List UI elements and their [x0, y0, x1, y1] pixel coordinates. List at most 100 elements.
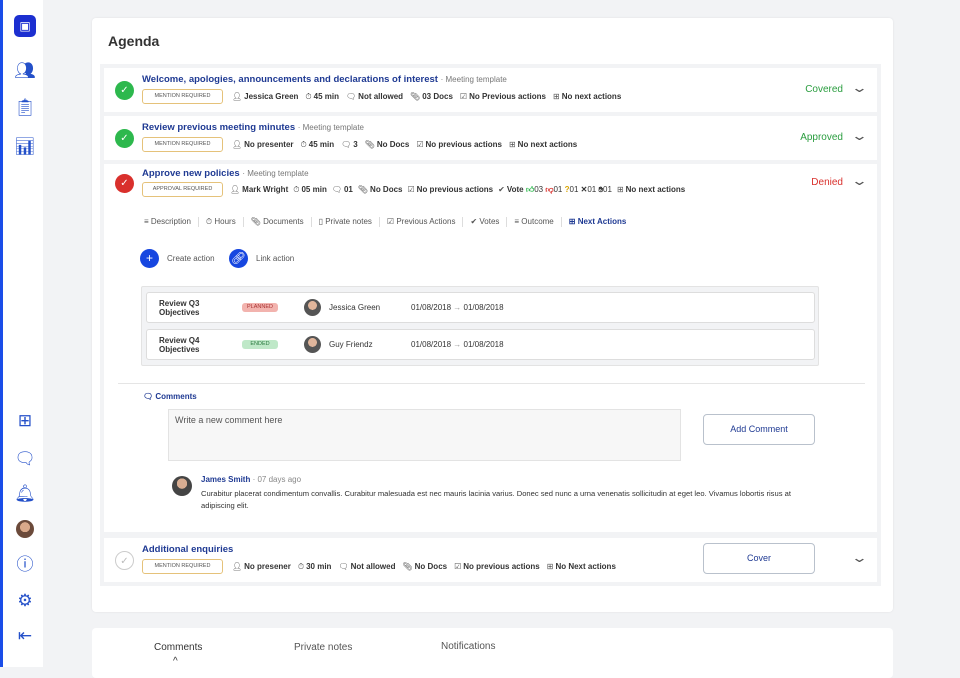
avatar: [172, 476, 192, 496]
denied-icon[interactable]: ✓: [115, 174, 134, 193]
docs: No Docs: [370, 185, 403, 194]
check-icon[interactable]: ✓: [115, 129, 134, 148]
action-row[interactable]: Review Q3 Objectives PLANNED Jessica Gre…: [146, 292, 815, 323]
presenter: No presenter: [244, 140, 294, 149]
help-icon[interactable]: ⓘ: [14, 554, 36, 576]
next-actions: No next actions: [517, 140, 578, 149]
item-template: · Meeting template: [297, 123, 365, 132]
plus-icon: +: [140, 249, 159, 268]
arrow-icon: →: [453, 340, 462, 349]
chart-icon[interactable]: 📊︎: [14, 136, 36, 158]
grid-icon[interactable]: ⊞: [14, 410, 36, 432]
votes-other: 01: [603, 184, 612, 194]
agenda-item[interactable]: ✓ Review previous meeting minutes · Meet…: [104, 116, 877, 160]
item-title[interactable]: Welcome, apologies, announcements and de…: [142, 74, 438, 85]
actions-list: Review Q3 Objectives PLANNED Jessica Gre…: [141, 286, 819, 366]
chevron-down-icon[interactable]: ⌄: [851, 128, 868, 144]
approval-badge: APPROVAL REQUIRED: [142, 182, 223, 197]
tab-documents[interactable]: 📎︎ Documents: [244, 217, 312, 227]
tab-notifications[interactable]: Notifications: [441, 641, 495, 652]
tab-private-notes[interactable]: ▯ Private notes: [312, 217, 380, 227]
clipboard-icon[interactable]: 📋︎: [14, 97, 36, 119]
votes-unsure: 01: [569, 184, 579, 194]
comment-text: Curabitur placerat condimentum convallis…: [201, 489, 791, 510]
logo-icon[interactable]: ▣: [14, 15, 36, 37]
comment-icon: 🗨︎: [346, 92, 357, 101]
page-title: Agenda: [108, 33, 160, 49]
action-name: Review Q4 Objectives: [159, 335, 200, 354]
item-template: · Meeting template: [440, 75, 507, 84]
duration: 05 min: [301, 184, 327, 194]
tab-votes[interactable]: ✔ Votes: [463, 217, 508, 227]
clock-icon: ⏱︎: [300, 139, 307, 149]
paperclip-icon: 📎︎: [410, 92, 421, 101]
gear-icon[interactable]: ⚙: [14, 590, 36, 612]
previous-actions: No previous actions: [463, 562, 540, 571]
comment-author[interactable]: James Smith: [201, 475, 250, 484]
tab-description[interactable]: ≡ Description: [137, 217, 199, 227]
action-row[interactable]: Review Q4 Objectives ENDED Guy Friendz 0…: [146, 329, 815, 360]
avatar[interactable]: [16, 520, 34, 538]
sidebar: ▣ 👥︎ 📋︎ 📊︎ ⊞ 🗨︎ 🔔︎ ⓘ ⚙ ⇤: [0, 0, 43, 667]
agenda-card: Agenda ✓ Welcome, apologies, announcemen…: [92, 18, 893, 612]
cover-button[interactable]: Cover: [703, 543, 815, 574]
comments: 01: [343, 185, 353, 194]
bell-icon[interactable]: 🔔︎: [14, 483, 36, 505]
item-title[interactable]: Review previous meeting minutes: [142, 122, 295, 133]
duration: 45 min: [308, 139, 335, 149]
chevron-down-icon[interactable]: ⌄: [851, 173, 868, 189]
votes-no: 01: [553, 184, 563, 194]
tab-hours[interactable]: ⏱︎ Hours: [199, 217, 244, 227]
action-person: Guy Friendz: [329, 340, 373, 349]
divider: [118, 383, 865, 384]
presenter-icon: 👤︎: [232, 562, 243, 571]
previous-actions: No previous actions: [416, 185, 494, 194]
chat-icon[interactable]: 🗨︎: [14, 448, 36, 470]
item-template: · Meeting template: [242, 169, 309, 178]
tab-next-actions[interactable]: ⊞ Next Actions: [562, 217, 634, 227]
end-date: 01/08/2018: [463, 303, 504, 312]
votes-abstain: 01: [587, 184, 597, 194]
tab-private-notes[interactable]: Private notes: [294, 642, 352, 653]
item-title[interactable]: Approve new policies: [142, 168, 240, 179]
tab-outcome[interactable]: ≡ Outcome: [507, 217, 562, 227]
presenter: Mark Wright: [242, 185, 289, 194]
mention-badge: MENTION REQUIRED: [142, 559, 223, 574]
check-icon[interactable]: ✓: [115, 81, 134, 100]
comment-icon: 🗨︎: [341, 140, 352, 149]
link-action-button[interactable]: 🔗︎ Link action: [229, 249, 294, 268]
presenter-icon: 👤︎: [232, 92, 243, 101]
docs: No Docs: [414, 562, 448, 571]
check-icon[interactable]: ✓: [115, 551, 134, 570]
thumbs-up-icon: 👍︎: [525, 184, 535, 194]
agenda-item[interactable]: ✓ Additional enquiries MENTION REQUIRED …: [104, 538, 877, 582]
clock-icon: ⏱︎: [293, 184, 300, 194]
comments: Not allowed: [358, 92, 404, 101]
chevron-down-icon[interactable]: ⌄: [851, 550, 868, 566]
next-actions: No next actions: [561, 92, 622, 101]
add-comment-button[interactable]: Add Comment: [703, 414, 815, 445]
tab-comments[interactable]: Comments: [154, 642, 202, 653]
votes-yes: 03: [534, 184, 544, 194]
comments-heading: 🗨︎ Comments: [143, 392, 197, 401]
users-icon[interactable]: 👥︎: [14, 60, 36, 82]
checklist-icon: ☑: [416, 140, 424, 149]
item-title[interactable]: Additional enquiries: [142, 544, 233, 555]
presenter-icon: 👤︎: [230, 185, 241, 194]
next-icon: ⊞: [546, 562, 554, 571]
chevron-down-icon[interactable]: ⌄: [851, 80, 868, 96]
caret-up-icon: ^: [173, 656, 178, 667]
paperclip-icon: 📎︎: [402, 562, 413, 571]
comment-icon: 🗨︎: [338, 562, 349, 571]
logout-icon[interactable]: ⇤: [14, 625, 36, 647]
status-label: Approved: [800, 132, 843, 143]
comment-input[interactable]: Write a new comment here: [168, 409, 681, 461]
status-label: Denied: [811, 177, 843, 188]
comment-icon: 🗨︎: [331, 185, 342, 194]
status-label: Covered: [805, 84, 843, 95]
tab-previous-actions[interactable]: ☑ Previous Actions: [380, 217, 464, 227]
comments: Not allowed: [350, 562, 396, 571]
status-badge: PLANNED: [242, 303, 278, 312]
agenda-item[interactable]: ✓ Welcome, apologies, announcements and …: [104, 68, 877, 112]
create-action-button[interactable]: + Create action: [140, 249, 215, 268]
